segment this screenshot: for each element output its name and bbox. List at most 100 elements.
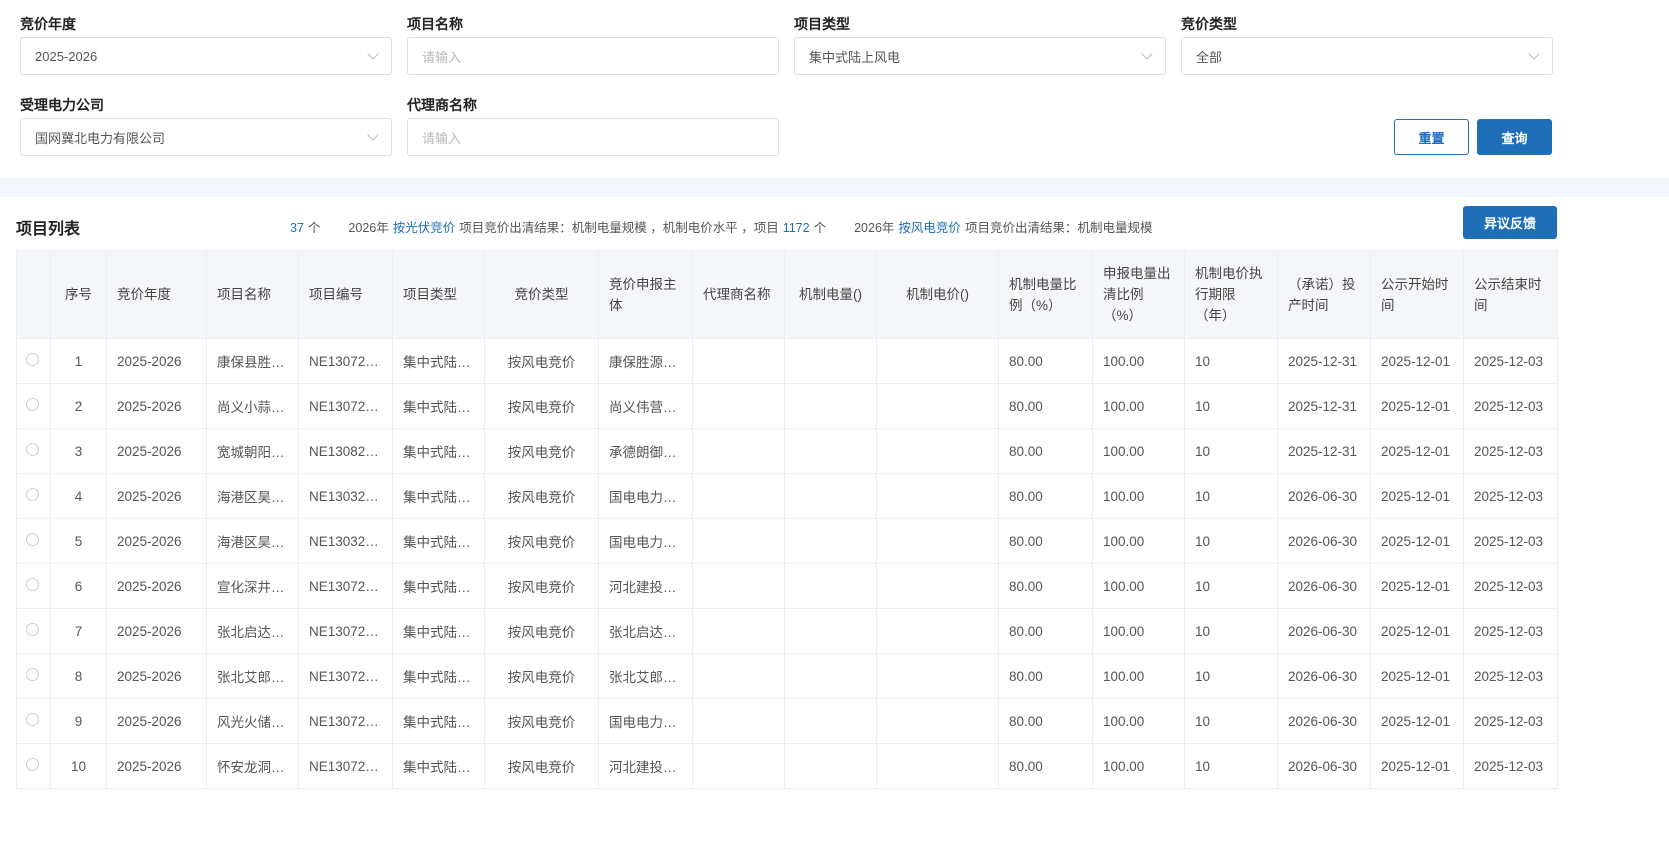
table-cell: 80.00	[998, 338, 1093, 384]
table-cell: 按风电竞价	[484, 743, 599, 789]
table-row[interactable]: 1 2025-2026 康保县胜… NE13072… 集中式陆… 按风电竞价 康保胜源… 80…	[16, 338, 1558, 384]
table-cell	[692, 743, 785, 789]
table-cell: 2026-06-30	[1277, 563, 1371, 609]
table-row[interactable]: 4 2025-2026 海港区昊… NE13032… 集中式陆… 按风电竞价 国电电力… 80…	[16, 473, 1558, 519]
table-cell: 2025-12-03	[1463, 743, 1558, 789]
row-select-cell	[16, 473, 51, 519]
table-cell: 国电电力…	[598, 698, 693, 744]
row-radio[interactable]	[26, 713, 39, 726]
project-name-input[interactable]: 请输入	[407, 37, 779, 75]
table-cell: 承德朗御…	[598, 428, 693, 474]
row-radio[interactable]	[26, 533, 39, 546]
table-cell	[876, 383, 999, 429]
table-row[interactable]: 2 2025-2026 尚义小蒜… NE13072… 集中式陆… 按风电竞价 尚义伟营… 80…	[16, 383, 1558, 429]
table-cell: 按风电竞价	[484, 563, 599, 609]
table-cell: 国电电力…	[598, 518, 693, 564]
table-cell: NE13032…	[298, 518, 393, 564]
column-header: 机制电量比例（%）	[998, 250, 1093, 339]
table-cell: 100.00	[1092, 743, 1185, 789]
table-cell: 国电电力…	[598, 473, 693, 519]
bid-year-select[interactable]: 2025-2026	[20, 37, 392, 75]
objection-feedback-button[interactable]: 异议反馈	[1463, 206, 1557, 239]
table-cell: 张北启达…	[206, 608, 299, 654]
row-radio[interactable]	[26, 353, 39, 366]
table-cell: 风光火储…	[206, 698, 299, 744]
column-header: 竞价类型	[484, 250, 599, 339]
table-cell: 100.00	[1092, 563, 1185, 609]
table-cell	[784, 338, 877, 384]
column-header: 竞价申报主体	[598, 250, 693, 339]
row-radio[interactable]	[26, 623, 39, 636]
table-cell: 2025-12-01	[1370, 653, 1464, 699]
column-header: 机制电价执行期限（年）	[1184, 250, 1278, 339]
table-cell	[784, 518, 877, 564]
table-row[interactable]: 3 2025-2026 宽城朝阳… NE13082… 集中式陆… 按风电竞价 承德朗御… 80…	[16, 428, 1558, 474]
table-cell: 2025-12-01	[1370, 608, 1464, 654]
power-company-select[interactable]: 国网冀北电力有限公司	[20, 118, 392, 156]
column-header: 代理商名称	[692, 250, 785, 339]
table-cell: 80.00	[998, 473, 1093, 519]
table-cell: 100.00	[1092, 338, 1185, 384]
table-cell: 2026-06-30	[1277, 608, 1371, 654]
table-cell: 80.00	[998, 653, 1093, 699]
bid-type-select[interactable]: 全部	[1181, 37, 1553, 75]
table-cell: 2025-12-03	[1463, 698, 1558, 744]
chevron-down-icon	[1528, 48, 1540, 60]
row-radio[interactable]	[26, 758, 39, 771]
table-cell: 10	[1184, 338, 1278, 384]
table-cell: 2025-12-03	[1463, 338, 1558, 384]
table-cell: 80.00	[998, 428, 1093, 474]
table-cell: NE13082…	[298, 428, 393, 474]
row-radio[interactable]	[26, 578, 39, 591]
table-cell: 80.00	[998, 698, 1093, 744]
table-cell: 按风电竞价	[484, 428, 599, 474]
table-cell: 河北建投…	[598, 563, 693, 609]
row-radio[interactable]	[26, 443, 39, 456]
reset-button[interactable]: 重置	[1394, 119, 1469, 155]
table-cell: 集中式陆…	[392, 473, 485, 519]
table-cell: 康保县胜…	[206, 338, 299, 384]
table-cell: 按风电竞价	[484, 608, 599, 654]
marquee-text: 个	[813, 221, 827, 235]
marquee-text: 2026年	[348, 221, 389, 235]
table-cell: 集中式陆…	[392, 563, 485, 609]
row-radio[interactable]	[26, 488, 39, 501]
table-cell	[784, 653, 877, 699]
table-cell	[876, 563, 999, 609]
table-cell: 10	[1184, 698, 1278, 744]
agent-name-field: 代理商名称 请输入	[407, 95, 779, 156]
table-cell: 1	[50, 338, 107, 384]
table-cell: 2025-12-31	[1277, 338, 1371, 384]
list-title: 项目列表	[16, 221, 81, 238]
column-header: 机制电量()	[784, 250, 877, 339]
table-cell	[692, 473, 785, 519]
table-cell: 张北艾郎…	[206, 653, 299, 699]
table-row[interactable]: 5 2025-2026 海港区昊… NE13032… 集中式陆… 按风电竞价 国电电力… 80…	[16, 518, 1558, 564]
table-cell	[692, 383, 785, 429]
table-cell: 2025-12-01	[1370, 428, 1464, 474]
bid-type-field: 竞价类型 全部	[1181, 14, 1553, 75]
table-cell: 2025-12-01	[1370, 473, 1464, 519]
table-row[interactable]: 7 2025-2026 张北启达… NE13072… 集中式陆… 按风电竞价 张北启达… 80…	[16, 608, 1558, 654]
row-select-cell	[16, 608, 51, 654]
marquee-text: 2026年	[854, 221, 895, 235]
agent-name-input[interactable]: 请输入	[407, 118, 779, 156]
marquee-text: 按光伏竞价	[392, 221, 456, 235]
table-row[interactable]: 10 2025-2026 怀安龙洞… NE13072… 集中式陆… 按风电竞价 河北建投… 8…	[16, 743, 1558, 789]
table-cell: 10	[1184, 383, 1278, 429]
table-cell: 按风电竞价	[484, 653, 599, 699]
table-cell: 2026-06-30	[1277, 653, 1371, 699]
table-row[interactable]: 6 2025-2026 宣化深井… NE13072… 集中式陆… 按风电竞价 河北建投… 80…	[16, 563, 1558, 609]
table-cell: 100.00	[1092, 698, 1185, 744]
table-row[interactable]: 8 2025-2026 张北艾郎… NE13072… 集中式陆… 按风电竞价 张北艾郎… 80…	[16, 653, 1558, 699]
project-type-select[interactable]: 集中式陆上风电	[794, 37, 1166, 75]
row-radio[interactable]	[26, 398, 39, 411]
table-cell	[692, 698, 785, 744]
table-cell: 2025-12-03	[1463, 563, 1558, 609]
table-cell: 尚义伟营…	[598, 383, 693, 429]
query-button[interactable]: 查询	[1477, 119, 1552, 155]
table-cell: 集中式陆…	[392, 338, 485, 384]
row-radio[interactable]	[26, 668, 39, 681]
table-row[interactable]: 9 2025-2026 风光火储… NE13072… 集中式陆… 按风电竞价 国电电力… 80…	[16, 698, 1558, 744]
table-cell: NE13032…	[298, 473, 393, 519]
